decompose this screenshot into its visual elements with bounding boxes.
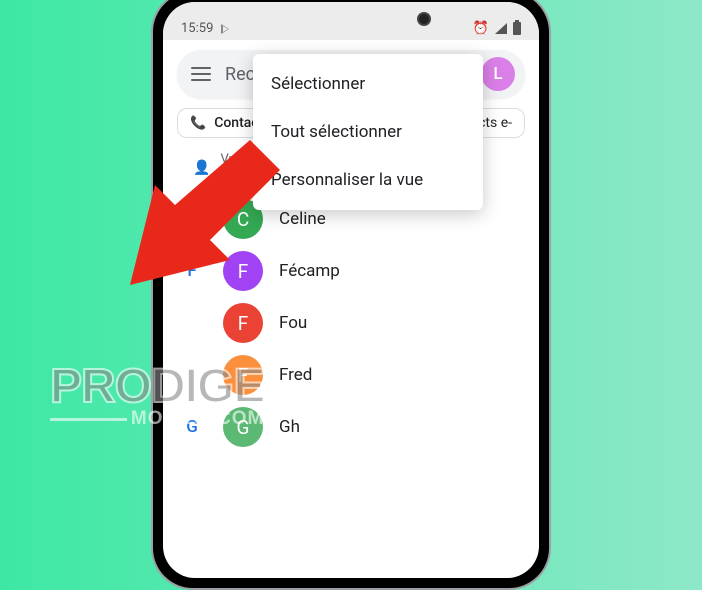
view-info-line1: Vue: [220, 152, 253, 168]
contact-name: Fred: [279, 365, 312, 385]
contact-avatar: F: [223, 251, 263, 291]
menu-item-select[interactable]: Sélectionner: [253, 60, 483, 108]
phone-frame: 15:59 Rech L Contacts ntacts e-: [151, 0, 551, 590]
signal-icon: [495, 23, 507, 34]
contact-avatar: F: [223, 303, 263, 343]
section-letter: F: [177, 261, 207, 281]
contact-row[interactable]: GG Gh: [177, 401, 525, 453]
phone-icon: [190, 115, 206, 131]
view-info-line2: • cont: [220, 168, 253, 184]
alarm-icon: [473, 21, 489, 36]
section-letter: G: [177, 417, 207, 437]
status-bar: 15:59: [163, 2, 539, 40]
battery-icon: [513, 22, 521, 35]
contact-name: Celine: [279, 209, 326, 229]
contacts-list: CCelineFFFécampFFouFFredGGGh: [163, 193, 539, 453]
screen: 15:59 Rech L Contacts ntacts e-: [163, 2, 539, 578]
contact-avatar: F: [223, 355, 263, 395]
menu-item-select-all[interactable]: Tout sélectionner: [253, 108, 483, 156]
contact-name: Fécamp: [279, 261, 340, 281]
contact-avatar: G: [223, 407, 263, 447]
clock: 15:59: [181, 21, 213, 36]
menu-item-customize-view[interactable]: Personnaliser la vue: [253, 156, 483, 204]
profile-avatar[interactable]: L: [481, 57, 515, 91]
contact-name: Gh: [279, 417, 300, 437]
person-icon: [193, 160, 210, 176]
overflow-menu: Sélectionner Tout sélectionner Personnal…: [253, 54, 483, 210]
contact-name: Fou: [279, 313, 307, 333]
contact-row[interactable]: F Fou: [177, 297, 525, 349]
contact-row[interactable]: FF Fécamp: [177, 245, 525, 297]
menu-icon[interactable]: [191, 67, 211, 81]
play-store-icon: [221, 24, 229, 34]
contact-row[interactable]: F Fred: [177, 349, 525, 401]
